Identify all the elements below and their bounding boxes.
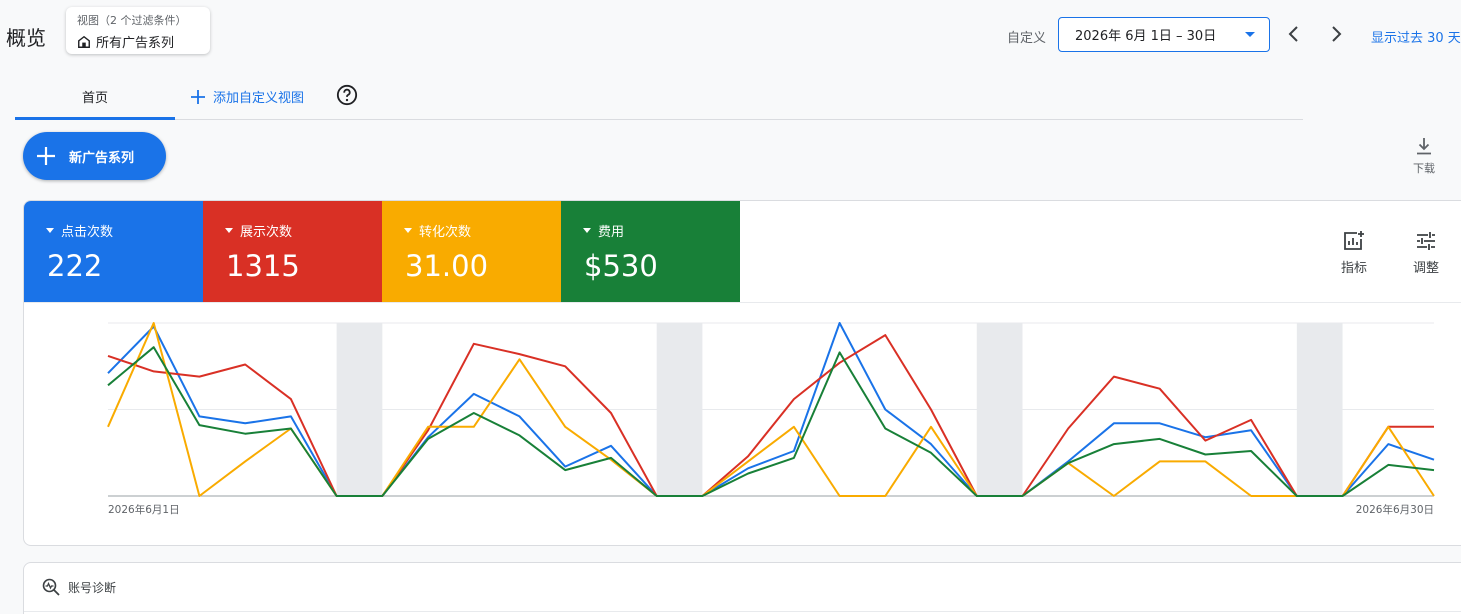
help-icon[interactable] bbox=[336, 84, 358, 106]
diagnosis-divider bbox=[24, 611, 1461, 612]
dropdown-caret-icon bbox=[1245, 32, 1255, 37]
metric-cost[interactable]: 费用 $530 bbox=[561, 201, 740, 302]
date-custom-label: 自定义 bbox=[1007, 31, 1047, 46]
dropdown-triangle-icon bbox=[46, 228, 54, 233]
view-selector[interactable]: 视图（2 个过滤条件） 所有广告系列 bbox=[66, 7, 210, 54]
page-title: 概览 bbox=[6, 26, 46, 50]
download-icon bbox=[1417, 138, 1431, 155]
date-range-select[interactable]: 2026年 6月 1日 – 30日 bbox=[1058, 17, 1270, 52]
x-tick-label: 2026年6月1日 bbox=[108, 503, 180, 516]
metrics-button[interactable]: 指标 bbox=[1334, 231, 1374, 276]
performance-line-chart: 2026年6月1日 2026年6月30日 bbox=[107, 322, 1435, 516]
chevron-right-icon[interactable] bbox=[1324, 22, 1348, 46]
download-button[interactable]: 下载 bbox=[1405, 137, 1443, 176]
add-custom-view-label: 添加自定义视图 bbox=[213, 91, 305, 106]
metric-value: 1315 bbox=[226, 249, 300, 283]
chevron-left-icon[interactable] bbox=[1282, 22, 1306, 46]
series-line-cost bbox=[107, 346, 1435, 497]
adjust-label: 调整 bbox=[1412, 261, 1439, 276]
view-name: 所有广告系列 bbox=[96, 36, 175, 51]
performance-card: 点击次数 222 展示次数 1315 转化次数 31.00 费用 $530 指标… bbox=[23, 200, 1461, 546]
add-chart-icon bbox=[1344, 231, 1364, 250]
dropdown-triangle-icon bbox=[225, 228, 233, 233]
plus-icon bbox=[37, 147, 55, 165]
new-campaign-label: 新广告系列 bbox=[69, 150, 135, 166]
metrics-label: 指标 bbox=[1340, 261, 1367, 276]
new-campaign-button[interactable]: 新广告系列 bbox=[23, 132, 166, 180]
dropdown-triangle-icon bbox=[404, 228, 412, 233]
view-tabs: 首页 添加自定义视图 bbox=[15, 76, 1303, 120]
metric-conversions[interactable]: 转化次数 31.00 bbox=[382, 201, 561, 302]
tab-home[interactable]: 首页 bbox=[15, 76, 175, 120]
home-icon bbox=[78, 35, 90, 48]
plus-icon bbox=[191, 89, 205, 104]
tune-icon bbox=[1417, 232, 1435, 250]
metric-value: 222 bbox=[47, 249, 103, 283]
series-line-impressions bbox=[107, 334, 1434, 497]
metric-label: 展示次数 bbox=[240, 225, 293, 240]
adjust-button[interactable]: 调整 bbox=[1406, 231, 1446, 276]
metric-value: $530 bbox=[584, 249, 658, 283]
metric-label: 点击次数 bbox=[61, 225, 114, 240]
diagnosis-search-icon bbox=[42, 578, 60, 596]
metric-label: 转化次数 bbox=[419, 225, 472, 240]
date-range-value: 2026年 6月 1日 – 30日 bbox=[1075, 29, 1217, 44]
dropdown-triangle-icon bbox=[583, 228, 591, 233]
x-tick-label: 2026年6月30日 bbox=[1356, 503, 1434, 516]
diagnosis-title: 账号诊断 bbox=[68, 580, 117, 595]
show-past-period-link[interactable]: 显示过去 30 天 bbox=[1371, 27, 1461, 46]
metric-clicks[interactable]: 点击次数 222 bbox=[24, 201, 203, 302]
account-diagnosis-panel[interactable]: 账号诊断 bbox=[23, 562, 1461, 614]
add-custom-view-button[interactable]: 添加自定义视图 bbox=[191, 87, 304, 106]
download-label: 下载 bbox=[1413, 162, 1435, 175]
metric-value: 31.00 bbox=[405, 249, 489, 283]
metric-label: 费用 bbox=[598, 225, 625, 240]
view-filter-count: 视图（2 个过滤条件） bbox=[77, 14, 187, 27]
metric-impressions[interactable]: 展示次数 1315 bbox=[203, 201, 382, 302]
